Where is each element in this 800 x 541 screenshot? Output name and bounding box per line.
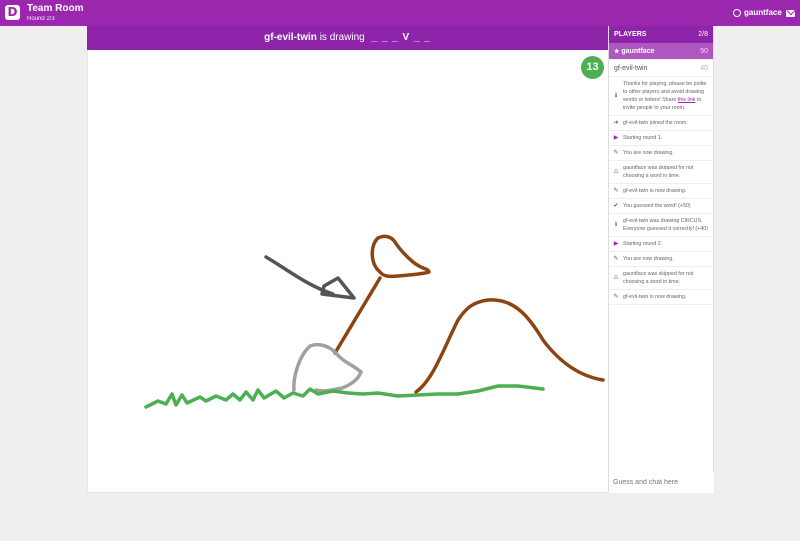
chat-message: ✎ gf-evil-twin is now drawing. (609, 290, 714, 305)
drawing-canvas[interactable]: 13 (87, 50, 608, 493)
green-grass (144, 384, 545, 409)
players-sidebar: PLAYERS 2/8 ★ gauntface 50 gf-evil-twin 4… (608, 26, 714, 493)
player-name: gf-evil-twin (614, 64, 648, 72)
player-name: gauntface (621, 47, 655, 55)
pencil-icon: ✎ (613, 294, 619, 300)
user-icon (733, 9, 741, 17)
player-row[interactable]: ★ gauntface 50 (609, 43, 713, 60)
brown-hill (414, 298, 605, 394)
word-hint: _ _ _ V _ _ (371, 32, 431, 43)
chat-message: ➜ gf-evil-twin joined the room. (609, 116, 714, 131)
chat-message: ✎ You are now drawing. (609, 252, 714, 267)
chat-input[interactable] (609, 471, 714, 493)
top-bar: D Team Room Round 2/3 gauntface (0, 0, 800, 26)
chat-message: ✎ gf-evil-twin is now drawing. (609, 184, 714, 199)
message-text: gauntface was skipped for not choosing a… (623, 271, 694, 285)
message-text: gauntface was skipped for not choosing a… (623, 165, 694, 179)
info-icon: ℹ (614, 222, 618, 228)
message-text: gf-evil-twin is now drawing. (623, 188, 687, 194)
pencil-icon: ✎ (613, 256, 619, 262)
warning-icon: ⚠ (613, 169, 619, 175)
mail-icon[interactable] (786, 10, 795, 17)
pencil-icon: ✎ (613, 188, 619, 194)
player-score: 40 (700, 64, 708, 72)
star-icon: ★ (614, 48, 620, 55)
shovel-head (370, 234, 431, 279)
play-icon: ▶ (613, 135, 619, 141)
player-score: 50 (700, 47, 708, 55)
chat-message: ℹ gf-evil-twin was drawing CIRCUS. Every… (609, 214, 714, 237)
app-logo[interactable]: D (5, 5, 20, 20)
chat-log[interactable]: ℹ Thanks for playing, please be polite t… (609, 77, 714, 305)
pencil-icon: ✎ (613, 150, 619, 156)
round-timer: 13 (581, 56, 604, 79)
players-title: PLAYERS (614, 31, 647, 38)
chat-message: ▶ Starting round 1. (609, 131, 714, 146)
enter-icon: ➜ (613, 120, 619, 126)
message-text: You guessed the word! (+50) (623, 203, 691, 209)
chat-message: ✎ You are now drawing. (609, 146, 714, 161)
username: gauntface (744, 8, 782, 17)
arrow-head (320, 276, 356, 300)
message-text: gf-evil-twin is now drawing. (623, 294, 687, 300)
message-text: You are now drawing. (623, 256, 674, 262)
drawing-text: is drawing (319, 32, 365, 43)
info-icon: ℹ (614, 93, 618, 99)
chat-message: ℹ Thanks for playing, please be polite t… (609, 77, 714, 116)
players-header: PLAYERS 2/8 (609, 26, 713, 43)
message-text: gf-evil-twin joined the room. (623, 120, 688, 126)
shovel-handle (333, 276, 382, 355)
message-text: Starting round 2. (623, 241, 663, 247)
gray-shape (292, 342, 364, 393)
check-icon: ✔ (613, 203, 619, 209)
chat-message: ▶ Starting round 2. (609, 237, 714, 252)
invite-link[interactable]: this link (678, 97, 696, 103)
chat-message: ✔ You guessed the word! (+50) (609, 199, 714, 214)
message-text: You are now drawing. (623, 150, 674, 156)
drawing-svg (144, 234, 605, 409)
play-icon: ▶ (613, 241, 619, 247)
room-title: Team Room (27, 3, 84, 14)
drawer-name: gf-evil-twin (264, 32, 317, 43)
round-indicator: Round 2/3 (27, 16, 55, 22)
drawing-status-bar: gf-evil-twin is drawing _ _ _ V _ _ (87, 26, 608, 50)
players-count: 2/8 (698, 31, 708, 38)
message-text: Starting round 1. (623, 135, 663, 141)
chat-message: ⚠ gauntface was skipped for not choosing… (609, 161, 714, 184)
message-text: gf-evil-twin was drawing CIRCUS. Everyon… (623, 218, 708, 232)
user-menu[interactable]: gauntface (733, 8, 782, 18)
chat-message: ⚠ gauntface was skipped for not choosing… (609, 267, 714, 290)
player-row[interactable]: gf-evil-twin 40 (609, 60, 713, 77)
warning-icon: ⚠ (613, 275, 619, 281)
